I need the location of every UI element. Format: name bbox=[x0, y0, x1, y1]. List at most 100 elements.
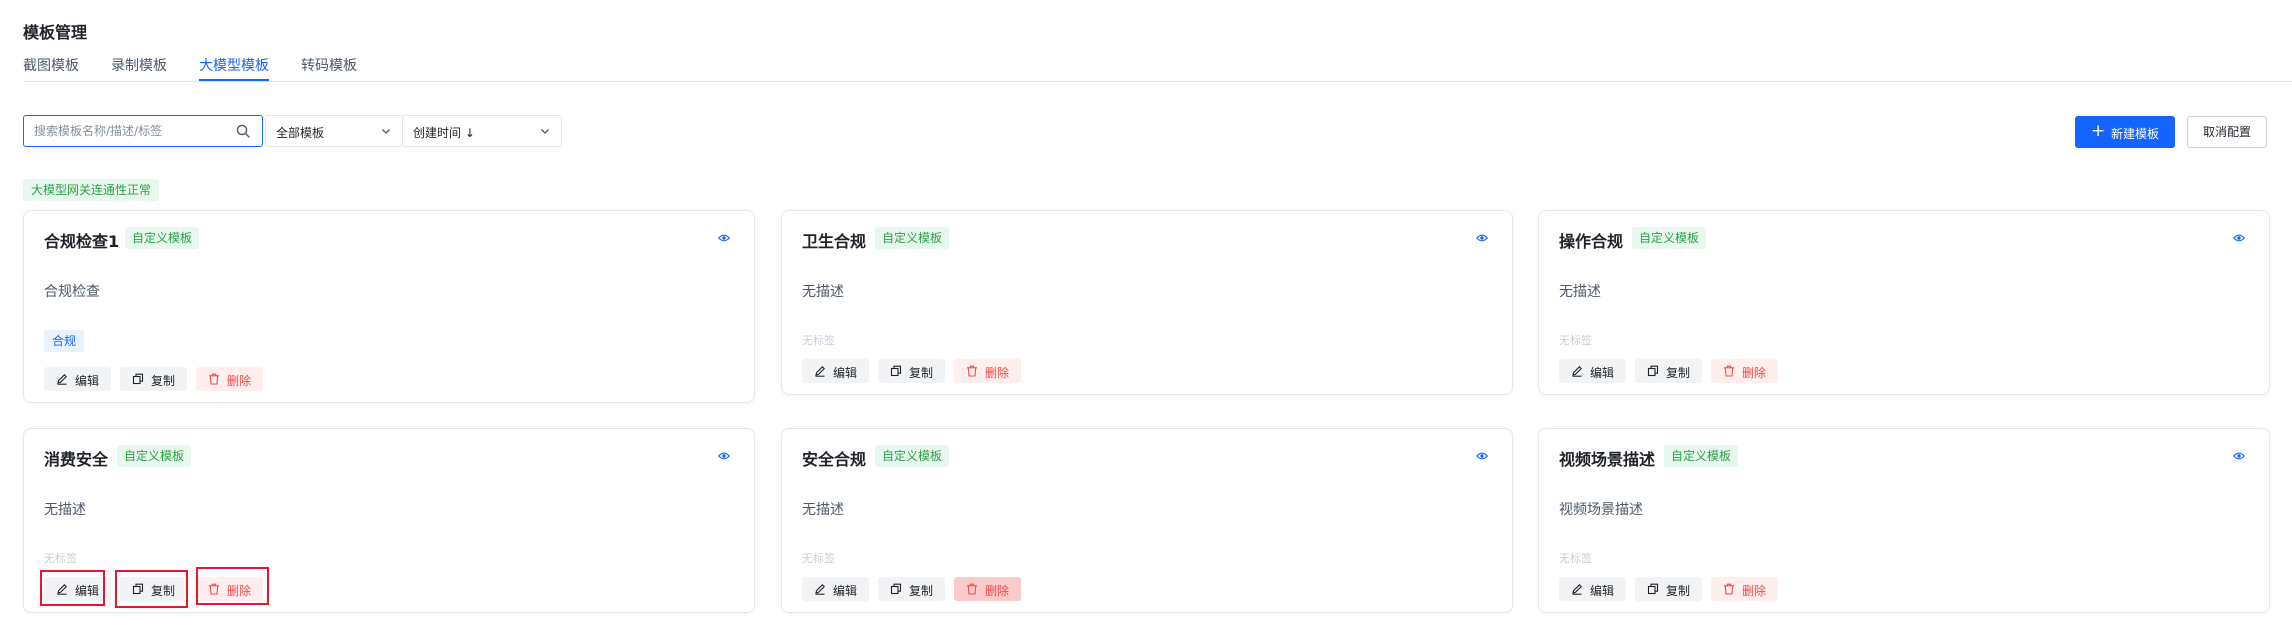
card-description: 无描述 bbox=[802, 502, 844, 518]
pencil-icon bbox=[815, 366, 825, 377]
copy-icon bbox=[1647, 583, 1659, 595]
eye-icon[interactable] bbox=[1476, 451, 1488, 461]
eye-icon[interactable] bbox=[2233, 451, 2245, 461]
template-card: 操作合规 自定义模板 无描述 无标签 编辑 复制 删除 bbox=[1538, 210, 2270, 395]
custom-template-badge: 自定义模板 bbox=[1664, 445, 1739, 467]
tab-transcode-templates[interactable]: 转码模板 bbox=[301, 55, 357, 75]
trash-icon bbox=[967, 583, 977, 595]
copy-label: 复制 bbox=[151, 584, 176, 598]
no-tag-placeholder: 无标签 bbox=[802, 552, 835, 565]
edit-button[interactable]: 编辑 bbox=[1559, 577, 1626, 601]
edit-label: 编辑 bbox=[75, 584, 100, 598]
pencil-icon bbox=[1572, 366, 1582, 377]
delete-button[interactable]: 删除 bbox=[1711, 577, 1778, 601]
card-description: 视频场景描述 bbox=[1559, 502, 1643, 518]
template-filter-select[interactable]: 全部模板 bbox=[265, 115, 403, 147]
delete-button[interactable]: 删除 bbox=[196, 577, 263, 601]
delete-button[interactable]: 删除 bbox=[196, 367, 263, 391]
custom-template-badge: 自定义模板 bbox=[117, 445, 192, 467]
edit-button[interactable]: 编辑 bbox=[802, 359, 869, 383]
delete-label: 删除 bbox=[227, 584, 252, 598]
card-title: 操作合规 bbox=[1559, 232, 1624, 251]
no-tag-placeholder: 无标签 bbox=[44, 552, 77, 565]
tab-screenshot-templates[interactable]: 截图模板 bbox=[23, 55, 79, 75]
eye-icon[interactable] bbox=[2233, 233, 2245, 243]
template-card: 安全合规 自定义模板 无描述 无标签 编辑 复制 删除 bbox=[781, 428, 1513, 613]
copy-button[interactable]: 复制 bbox=[120, 367, 187, 391]
copy-button[interactable]: 复制 bbox=[1635, 577, 1702, 601]
copy-icon bbox=[1647, 365, 1659, 377]
card-title: 合规检查1 bbox=[44, 232, 120, 251]
edit-button[interactable]: 编辑 bbox=[44, 367, 111, 391]
delete-button[interactable]: 删除 bbox=[954, 577, 1021, 601]
card-tag[interactable]: 合规 bbox=[44, 330, 85, 352]
copy-icon bbox=[132, 583, 144, 595]
trash-icon bbox=[209, 583, 219, 595]
card-title: 消费安全 bbox=[44, 450, 109, 469]
pencil-icon bbox=[1572, 584, 1582, 595]
delete-label: 删除 bbox=[985, 366, 1010, 380]
copy-icon bbox=[132, 373, 144, 385]
copy-label: 复制 bbox=[151, 374, 176, 388]
eye-icon[interactable] bbox=[718, 451, 730, 461]
trash-icon bbox=[967, 365, 977, 377]
pencil-icon bbox=[57, 584, 67, 595]
template-filter-value: 全部模板 bbox=[276, 126, 325, 140]
edit-label: 编辑 bbox=[833, 584, 858, 598]
search-icon[interactable] bbox=[236, 124, 250, 138]
tab-bar: 截图模板 录制模板 大模型模板 转码模板 bbox=[23, 52, 2292, 82]
edit-button[interactable]: 编辑 bbox=[802, 577, 869, 601]
edit-button[interactable]: 编辑 bbox=[44, 577, 111, 601]
copy-icon bbox=[890, 583, 902, 595]
pencil-icon bbox=[57, 374, 67, 385]
template-card: 卫生合规 自定义模板 无描述 无标签 编辑 复制 删除 bbox=[781, 210, 1513, 395]
edit-button[interactable]: 编辑 bbox=[1559, 359, 1626, 383]
delete-label: 删除 bbox=[1742, 366, 1767, 380]
delete-label: 删除 bbox=[1742, 584, 1767, 598]
card-description: 无描述 bbox=[44, 502, 86, 518]
copy-label: 复制 bbox=[909, 584, 934, 598]
plus-icon: + bbox=[2091, 121, 2106, 141]
template-card: 合规检查1 自定义模板 合规检查 合规 编辑 复制 删除 bbox=[23, 210, 755, 403]
cancel-config-button[interactable]: 取消配置 bbox=[2187, 116, 2267, 148]
sort-select[interactable]: 创建时间 ↓ bbox=[402, 115, 562, 147]
copy-button[interactable]: 复制 bbox=[878, 359, 945, 383]
card-title: 安全合规 bbox=[802, 450, 867, 469]
card-title: 视频场景描述 bbox=[1559, 450, 1656, 469]
copy-button[interactable]: 复制 bbox=[1635, 359, 1702, 383]
edit-label: 编辑 bbox=[833, 366, 858, 380]
gateway-status-badge: 大模型网关连通性正常 bbox=[23, 179, 160, 201]
page-title: 模板管理 bbox=[23, 23, 88, 42]
edit-label: 编辑 bbox=[1590, 366, 1615, 380]
copy-label: 复制 bbox=[1666, 584, 1691, 598]
trash-icon bbox=[1724, 583, 1734, 595]
custom-template-badge: 自定义模板 bbox=[125, 227, 200, 249]
chevron-down-icon bbox=[382, 129, 390, 134]
copy-button[interactable]: 复制 bbox=[120, 577, 187, 601]
edit-label: 编辑 bbox=[75, 374, 100, 388]
new-template-label: 新建模板 bbox=[2111, 127, 2160, 141]
no-tag-placeholder: 无标签 bbox=[802, 334, 835, 347]
no-tag-placeholder: 无标签 bbox=[1559, 552, 1592, 565]
chevron-down-icon bbox=[541, 129, 549, 134]
new-template-button[interactable]: + 新建模板 bbox=[2075, 116, 2175, 148]
copy-label: 复制 bbox=[1666, 366, 1691, 380]
eye-icon[interactable] bbox=[1476, 233, 1488, 243]
copy-icon bbox=[890, 365, 902, 377]
tab-llm-templates[interactable]: 大模型模板 bbox=[199, 55, 269, 81]
trash-icon bbox=[1724, 365, 1734, 377]
eye-icon[interactable] bbox=[718, 233, 730, 243]
template-card: 消费安全 自定义模板 无描述 无标签 编辑 复制 删除 bbox=[23, 428, 755, 613]
delete-button[interactable]: 删除 bbox=[1711, 359, 1778, 383]
no-tag-placeholder: 无标签 bbox=[1559, 334, 1592, 347]
custom-template-badge: 自定义模板 bbox=[1632, 227, 1707, 249]
delete-button[interactable]: 删除 bbox=[954, 359, 1021, 383]
search-input[interactable] bbox=[34, 116, 234, 146]
card-description: 无描述 bbox=[1559, 284, 1601, 300]
card-description: 合规检查 bbox=[44, 284, 100, 300]
copy-button[interactable]: 复制 bbox=[878, 577, 945, 601]
search-box bbox=[23, 115, 263, 147]
sort-value: 创建时间 ↓ bbox=[413, 126, 475, 140]
tab-recording-templates[interactable]: 录制模板 bbox=[111, 55, 167, 75]
card-description: 无描述 bbox=[802, 284, 844, 300]
